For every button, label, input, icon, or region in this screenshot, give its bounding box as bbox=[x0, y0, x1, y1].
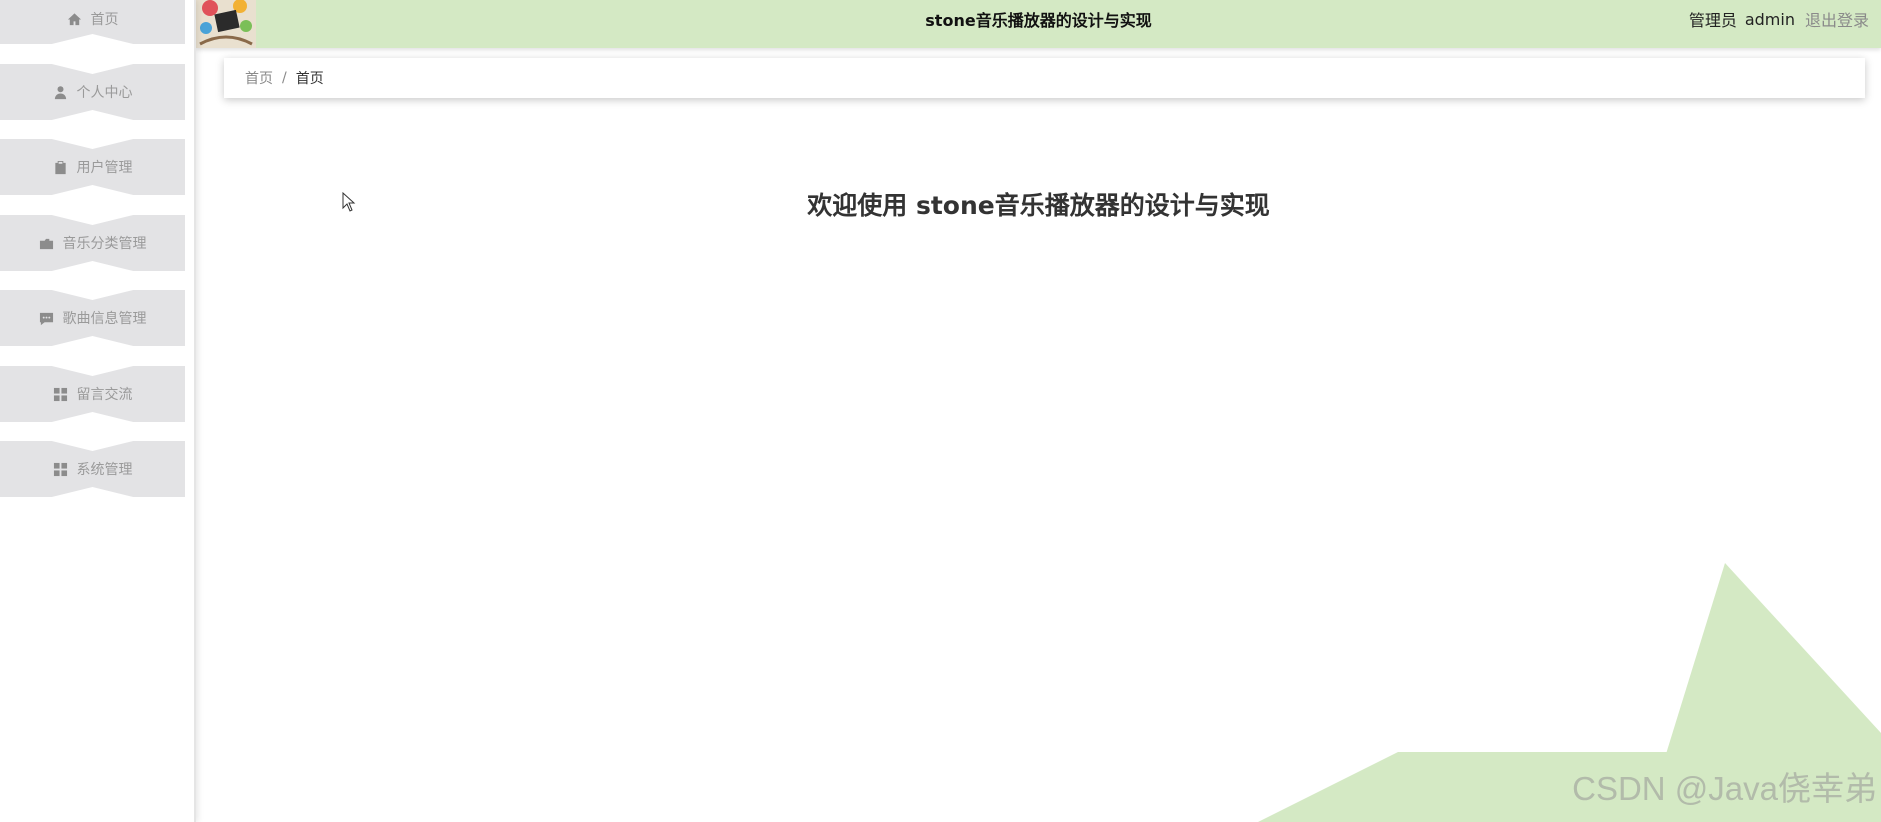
welcome-heading: 欢迎使用 stone音乐播放器的设计与实现 bbox=[807, 191, 1270, 220]
user-area: 管理员 admin 退出登录 bbox=[1689, 0, 1869, 38]
message-icon bbox=[39, 310, 55, 326]
sidebar-item-label: 用户管理 bbox=[76, 160, 133, 176]
breadcrumb: 首页 / 首页 bbox=[224, 58, 1865, 98]
home-icon bbox=[67, 11, 83, 27]
sidebar-item-users[interactable]: 用户管理 bbox=[0, 139, 185, 195]
sidebar-item-profile[interactable]: 个人中心 bbox=[0, 64, 185, 120]
sidebar: 首页 个人中心 用户管理 音乐分类管理 歌曲信息管理 留言交流 系统管理 bbox=[0, 0, 196, 822]
breadcrumb-separator: / bbox=[282, 70, 287, 86]
sidebar-item-label: 系统管理 bbox=[76, 462, 133, 478]
watermark: CSDN @Java侥幸弟 bbox=[1572, 770, 1877, 807]
grid-icon bbox=[53, 386, 69, 402]
top-header: stone音乐播放器的设计与实现 管理员 admin 退出登录 bbox=[196, 0, 1881, 48]
sidebar-item-label: 个人中心 bbox=[76, 85, 133, 101]
sidebar-item-music-category[interactable]: 音乐分类管理 bbox=[0, 215, 185, 271]
sidebar-item-label: 歌曲信息管理 bbox=[62, 311, 147, 327]
clipboard-icon bbox=[53, 159, 69, 175]
sidebar-item-label: 留言交流 bbox=[76, 387, 133, 403]
sidebar-item-home[interactable]: 首页 bbox=[0, 0, 185, 44]
logout-link[interactable]: 退出登录 bbox=[1805, 7, 1869, 31]
background-decoration bbox=[1258, 563, 1881, 822]
grid-icon bbox=[53, 461, 69, 477]
user-icon bbox=[53, 84, 69, 100]
user-role: 管理员 bbox=[1688, 11, 1737, 30]
sidebar-item-messages[interactable]: 留言交流 bbox=[0, 366, 185, 422]
sidebar-item-label: 音乐分类管理 bbox=[62, 236, 147, 252]
folder-icon bbox=[39, 235, 55, 251]
sidebar-item-label: 首页 bbox=[90, 12, 119, 28]
sidebar-item-song-info[interactable]: 歌曲信息管理 bbox=[0, 290, 185, 346]
username: admin bbox=[1744, 9, 1795, 29]
breadcrumb-home-link[interactable]: 首页 bbox=[245, 68, 273, 88]
sidebar-item-system[interactable]: 系统管理 bbox=[0, 441, 185, 497]
mouse-cursor-icon bbox=[342, 192, 356, 212]
app-title: stone音乐播放器的设计与实现 bbox=[925, 11, 1152, 30]
breadcrumb-current: 首页 bbox=[295, 71, 324, 87]
